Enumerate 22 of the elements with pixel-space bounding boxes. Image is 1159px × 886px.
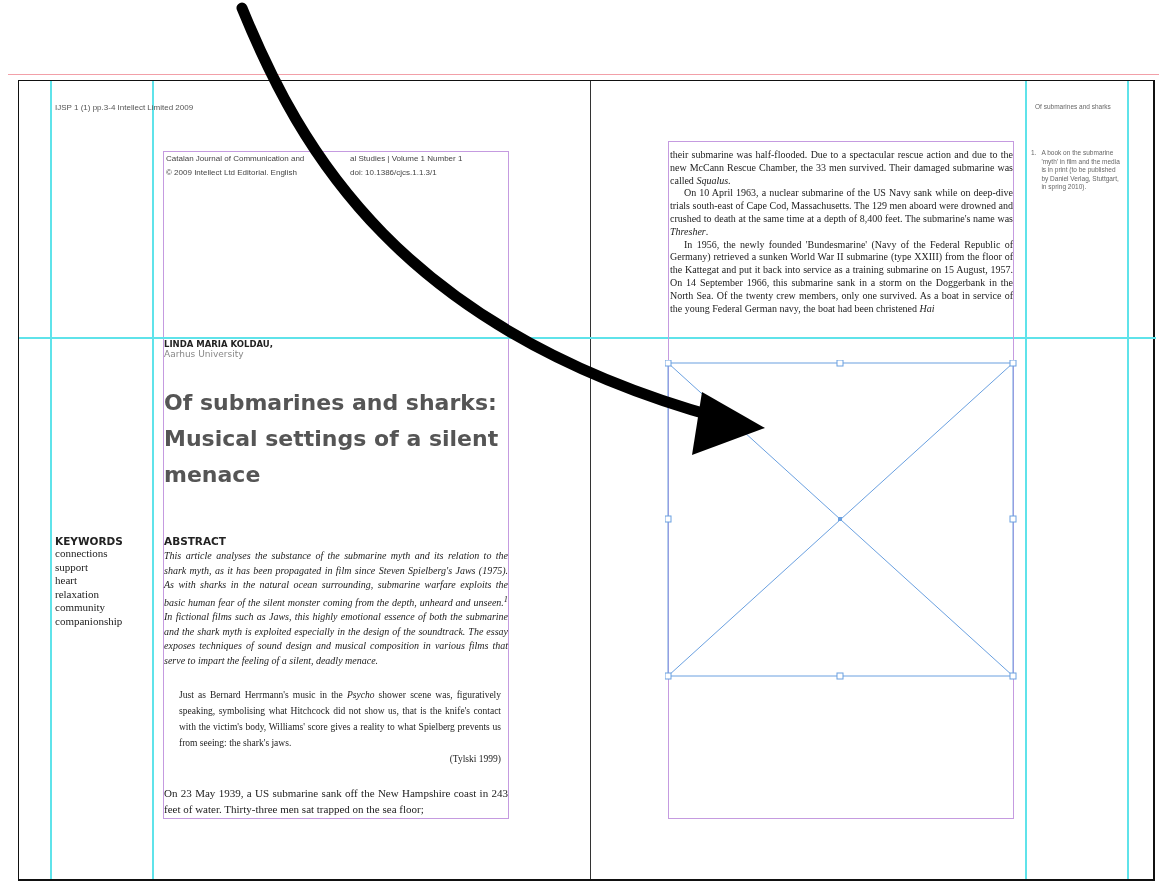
body-text: On 23 May 1939, a US submarine sank off the New Hampshire coast in 243 feet of water. Thirty-three men sat trapped on the sea floor; xyxy=(164,786,508,817)
keyword: heart xyxy=(55,574,78,588)
body-paragraph: On 10 April 1963, a nuclear submarine of the US Navy sank while on deep-dive trials south-east of Cape Cod, Massachusetts. The 129 men aboard were drowned and crushed to death at the same time at a depth of 8,400 feet. The submarine's name was Thresher. xyxy=(670,187,1013,239)
article-title: Of submarines and sharks: Musical settings of a silent menace xyxy=(164,389,500,489)
author-name: LINDA MARIA KOLDAU, xyxy=(164,339,274,349)
quote-citation: (Tylski 1999) xyxy=(448,753,501,766)
keywords-heading: KEYWORDS xyxy=(55,535,124,547)
running-head: doi: 10.1386/cjcs.1.1.3/1 xyxy=(350,167,437,179)
abstract-text: This article analyses the substance of the submarine myth and its relation to the shark myth, as it has been propagated in film since Steven Spielberg's Jaws (1975). As with sharks in the natural ocean surrounding, submarine warfare exploits the basic human fear of the silent monster coming from the depth, unheard and unseen.$^{1}$ In fictional films such as Jaws, this highly emotional essence of both the submarine and the shark myth is exploited especially in the design of the soundtrack. The essay exposes techniques of sound design and musical composition in various films that serve to impart the feeling of a silent, deadly menace. xyxy=(164,549,508,668)
keyword: community xyxy=(55,601,107,615)
keyword: support xyxy=(55,560,89,574)
running-head: al Studies | Volume 1 Number 1 xyxy=(350,153,463,165)
keyword: relaxation xyxy=(55,587,100,601)
abstract-heading: ABSTRACT xyxy=(164,535,227,547)
keyword: companionship xyxy=(55,614,124,628)
body-paragraph: their submarine was half-flooded. Due to a spectacular rescue action and due to the new McCann Rescue Chamber, the 33 men survived. Their damaged submarine was called Squalus. xyxy=(670,149,1013,188)
affiliation: Aarhus University xyxy=(164,349,245,359)
keyword: connections xyxy=(55,547,109,561)
running-head: © 2009 Intellect Ltd Editorial. English xyxy=(166,167,297,179)
block-quote: Just as Bernard Herrmann's music in the Psycho shower scene was, figuratively speaking, symbolising what Hitchcock did not show us, that is the knife's contact with the victim's body, Williams' score gives a reality to what Spielberg prevents us from seeing: the shark's jaws. xyxy=(179,689,501,750)
running-head: Catalan Journal of Communication and xyxy=(166,153,305,165)
body-paragraph: In 1956, the newly founded 'Bundesmarine' (Navy of the Federal Republic of Germany) retrieved a sunken World War II submarine (type XXIII) from the floor of the Kattegat and put it back into service as a training submarine on 15 August, 1957. On 14 September 1966, this submarine sank in a storm on the Doggerbank in the North Sea. Of the twenty crew members, only one survived. As a boat in service of the young Federal German navy, the boat had been christened Hai xyxy=(670,238,1013,316)
